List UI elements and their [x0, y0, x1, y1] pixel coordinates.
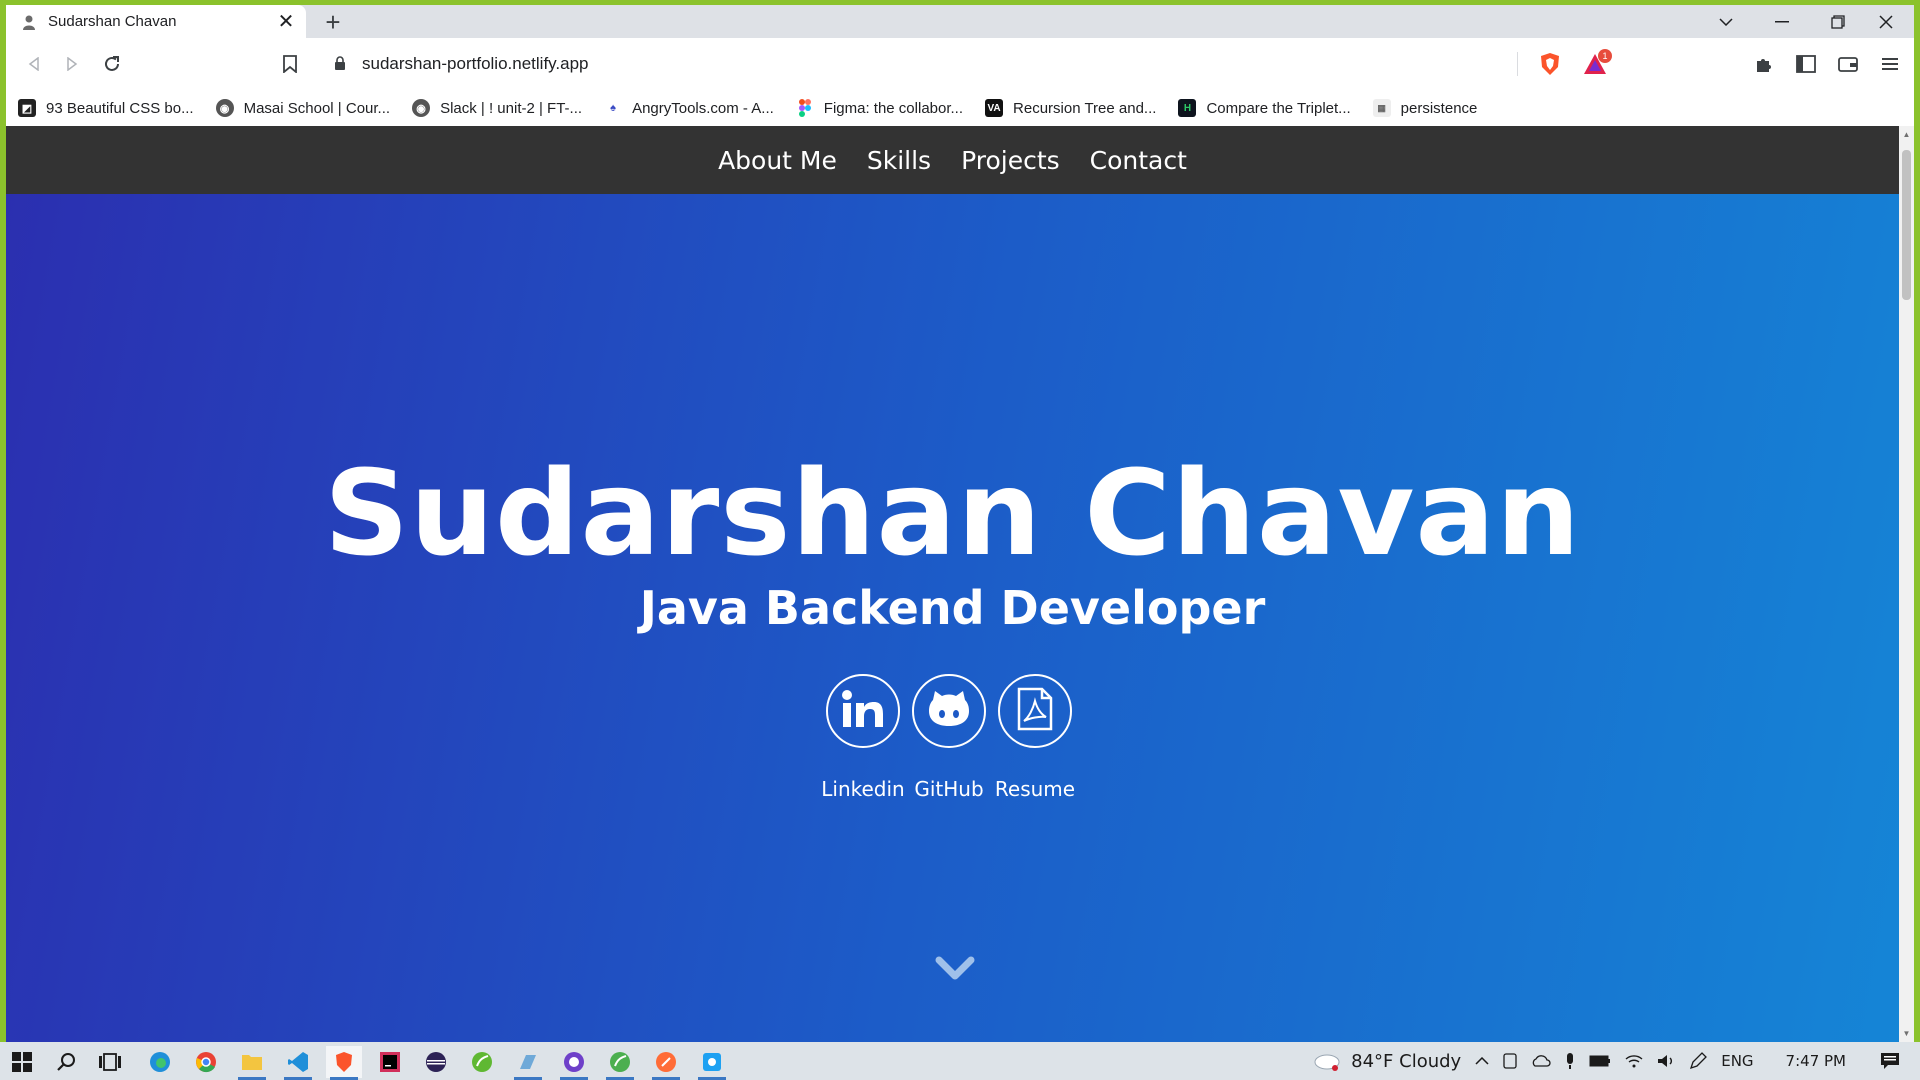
- tab-close-icon[interactable]: ✕: [276, 9, 296, 34]
- scroll-down-arrow-icon[interactable]: ▼: [1902, 1029, 1911, 1038]
- vertical-scrollbar[interactable]: ▲ ▼: [1899, 126, 1914, 1042]
- chrome-icon[interactable]: [188, 1046, 224, 1078]
- pen-icon[interactable]: [1689, 1052, 1708, 1070]
- search-icon[interactable]: [48, 1046, 84, 1078]
- tab-strip: Sudarshan Chavan ✕ +: [6, 5, 1914, 38]
- bookmarks-bar: ◩ 93 Beautiful CSS bo... ◉ Masai School …: [6, 90, 1914, 126]
- reload-button[interactable]: [96, 48, 128, 80]
- site-navigation: About Me Skills Projects Contact: [6, 126, 1899, 194]
- bookmark-item[interactable]: ▦ persistence: [1372, 99, 1477, 117]
- scrollbar-thumb[interactable]: [1902, 150, 1911, 300]
- app-taskbar-icon-2[interactable]: [694, 1046, 730, 1080]
- spring-tool-icon[interactable]: [464, 1046, 500, 1078]
- task-view-icon[interactable]: [92, 1046, 128, 1078]
- chevron-up-icon[interactable]: [1475, 1057, 1489, 1065]
- browser-window: Sudarshan Chavan ✕ + sudarshan-portfolio…: [6, 5, 1914, 1042]
- codepen-icon: ◩: [18, 99, 36, 117]
- spring-tool-icon-2[interactable]: [602, 1046, 638, 1080]
- hero-section: Sudarshan Chavan Java Backend Developer …: [6, 194, 1899, 1042]
- bookmark-item[interactable]: H Compare the Triplet...: [1178, 99, 1351, 117]
- app-taskbar-icon[interactable]: [510, 1046, 546, 1080]
- weather-text[interactable]: 84°F Cloudy: [1351, 1051, 1461, 1072]
- angrytools-icon: ♠: [604, 99, 623, 117]
- bookmark-item[interactable]: ◉ Slack | ! unit-2 | FT-...: [412, 99, 582, 117]
- notifications-icon[interactable]: [1880, 1052, 1900, 1070]
- baeldung-icon: ▦: [1372, 99, 1391, 117]
- wallet-icon[interactable]: [1832, 48, 1864, 80]
- back-button[interactable]: [18, 48, 50, 80]
- github-desktop-icon[interactable]: [556, 1046, 592, 1080]
- browser-toolbar: sudarshan-portfolio.netlify.app 1: [6, 38, 1914, 90]
- microphone-icon[interactable]: [1565, 1052, 1575, 1070]
- linkedin-button[interactable]: [826, 674, 900, 748]
- bookmark-item[interactable]: ◩ 93 Beautiful CSS bo...: [18, 99, 194, 117]
- bookmark-item[interactable]: ◉ Masai School | Cour...: [215, 99, 390, 117]
- nav-contact[interactable]: Contact: [1090, 146, 1187, 175]
- scroll-up-arrow-icon[interactable]: ▲: [1902, 130, 1911, 139]
- rewards-badge: 1: [1598, 49, 1612, 63]
- nav-projects[interactable]: Projects: [961, 146, 1060, 175]
- sidebar-icon[interactable]: [1790, 48, 1822, 80]
- hero-name: Sudarshan Chavan: [323, 444, 1582, 582]
- intellij-icon[interactable]: [372, 1046, 408, 1078]
- clock[interactable]: 7:47 PM: [1786, 1052, 1846, 1070]
- github-icon: [927, 690, 971, 733]
- address-bar[interactable]: sudarshan-portfolio.netlify.app 1: [316, 46, 1616, 82]
- bookmark-item[interactable]: Figma: the collabor...: [795, 99, 963, 117]
- wifi-icon[interactable]: [1625, 1054, 1643, 1068]
- page-viewport: About Me Skills Projects Contact Sudarsh…: [6, 126, 1899, 1042]
- resume-button[interactable]: [998, 674, 1072, 748]
- brave-rewards-icon[interactable]: 1: [1582, 49, 1612, 76]
- onedrive-icon[interactable]: [1531, 1055, 1551, 1067]
- person-favicon-icon: [20, 13, 38, 31]
- figma-icon: [795, 99, 814, 117]
- bookmark-icon[interactable]: [274, 48, 306, 80]
- active-tab[interactable]: Sudarshan Chavan ✕: [6, 5, 306, 38]
- meet-now-icon[interactable]: [1503, 1053, 1517, 1069]
- bookmark-item[interactable]: ♠ AngryTools.com - A...: [604, 99, 774, 117]
- lock-icon: [334, 55, 354, 73]
- va-icon: VA: [985, 99, 1004, 117]
- extensions-icon[interactable]: [1748, 48, 1780, 80]
- url-text[interactable]: sudarshan-portfolio.netlify.app: [362, 54, 1616, 74]
- globe-icon: ◉: [412, 99, 431, 117]
- os-taskbar: 84°F Cloudy ENG 7:47 PM: [0, 1042, 1920, 1080]
- new-tab-button[interactable]: +: [318, 7, 348, 38]
- github-button[interactable]: [912, 674, 986, 748]
- minimize-button[interactable]: [1754, 5, 1810, 38]
- hero-role: Java Backend Developer: [639, 581, 1266, 635]
- edge-icon[interactable]: [142, 1046, 178, 1078]
- language-indicator[interactable]: ENG: [1721, 1052, 1753, 1070]
- battery-icon[interactable]: [1589, 1055, 1611, 1067]
- brave-shield-icon[interactable]: [1538, 52, 1562, 76]
- nav-skills[interactable]: Skills: [867, 146, 931, 175]
- tab-title: Sudarshan Chavan: [48, 13, 177, 30]
- nav-about-me[interactable]: About Me: [718, 146, 837, 175]
- scroll-down-chevron-icon[interactable]: [935, 954, 975, 984]
- pdf-file-icon: [1016, 687, 1054, 736]
- forward-button[interactable]: [56, 48, 88, 80]
- tab-search-icon[interactable]: [1698, 5, 1754, 38]
- window-close-button[interactable]: [1858, 5, 1914, 38]
- cloudy-weather-icon[interactable]: [1313, 1050, 1343, 1072]
- globe-icon: ◉: [215, 99, 234, 117]
- volume-icon[interactable]: [1657, 1054, 1675, 1068]
- hackerrank-icon: H: [1178, 99, 1197, 117]
- windows-start-icon[interactable]: [4, 1046, 40, 1078]
- postman-icon[interactable]: [648, 1046, 684, 1080]
- brave-taskbar-icon[interactable]: [326, 1046, 362, 1080]
- linkedin-icon: [841, 689, 885, 734]
- eclipse-icon[interactable]: [418, 1046, 454, 1078]
- resume-label[interactable]: Resume: [975, 777, 1095, 801]
- vscode-icon[interactable]: [280, 1046, 316, 1080]
- menu-icon[interactable]: [1874, 48, 1906, 80]
- system-tray: 84°F Cloudy ENG 7:47 PM: [1313, 1042, 1920, 1080]
- file-explorer-icon[interactable]: [234, 1046, 270, 1080]
- bookmark-item[interactable]: VA Recursion Tree and...: [985, 99, 1156, 117]
